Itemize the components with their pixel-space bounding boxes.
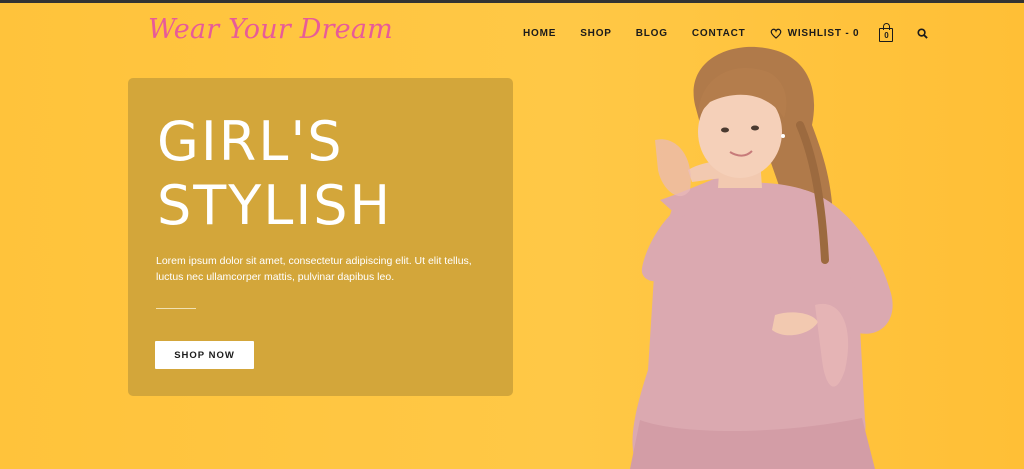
nav-item-blog[interactable]: BLOG xyxy=(636,28,668,39)
top-border xyxy=(0,0,1024,3)
hero-title: GIRL'S STYLISH xyxy=(157,110,392,238)
hero-divider xyxy=(156,308,196,309)
search-icon[interactable] xyxy=(917,28,929,39)
heart-icon xyxy=(770,28,781,39)
hero-image-girl xyxy=(630,46,893,469)
hero-description: Lorem ipsum dolor sit amet, consectetur … xyxy=(156,255,472,283)
wishlist-label: WISHLIST - 0 xyxy=(787,28,860,39)
hero-title-line2: STYLISH xyxy=(157,174,393,237)
nav-item-contact[interactable]: CONTACT xyxy=(692,28,746,39)
site-logo[interactable]: Wear Your Dream xyxy=(148,14,393,45)
nav-item-home[interactable]: HOME xyxy=(523,28,556,39)
shop-now-button[interactable]: SHOP NOW xyxy=(155,341,254,369)
wishlist-link[interactable]: WISHLIST - 0 xyxy=(770,28,860,39)
hero-title-line1: GIRL'S xyxy=(157,110,344,173)
nav-item-shop[interactable]: SHOP xyxy=(580,28,612,39)
